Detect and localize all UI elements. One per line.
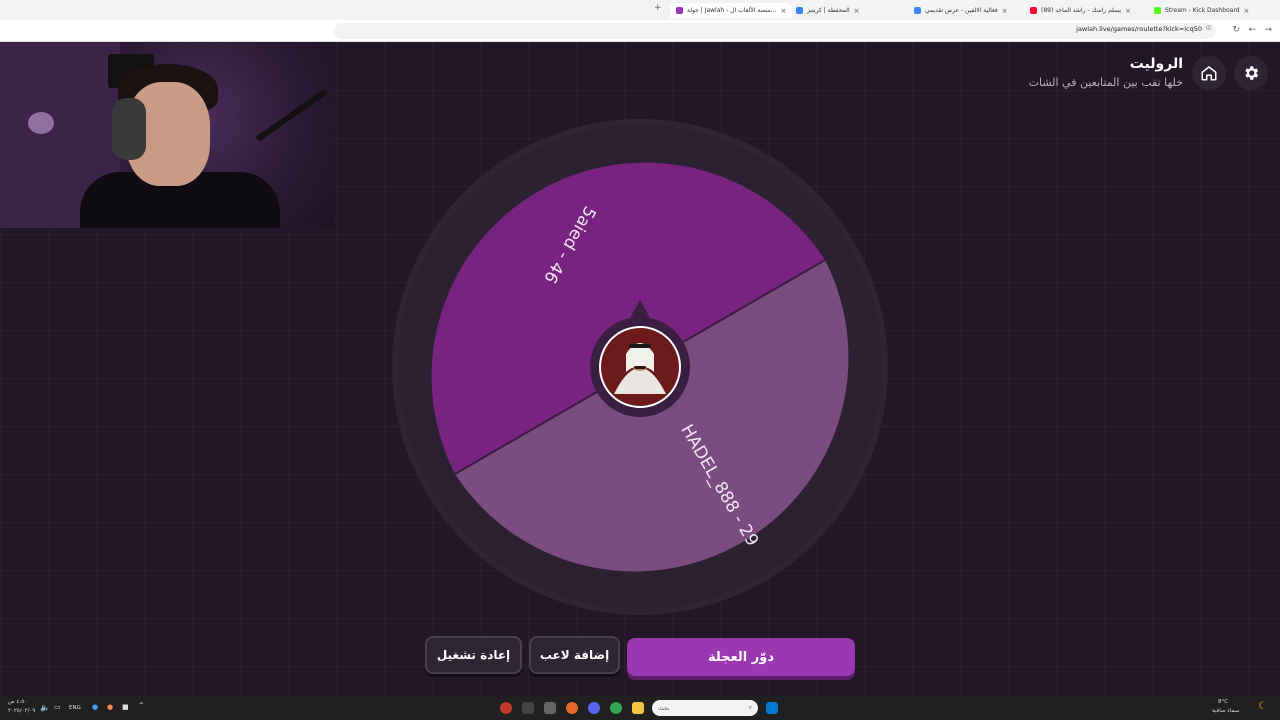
kick-icon	[1154, 7, 1161, 14]
weather-moon-icon[interactable]: ☾	[1258, 701, 1267, 712]
slides-icon	[914, 7, 921, 14]
tab-label: فعالية الالفين - عرض تقديمي	[925, 7, 998, 14]
tab-label: المحفظة | كريتيز	[807, 7, 850, 14]
spin-wheel-button[interactable]: دوّر العجلة	[627, 638, 855, 676]
discord-tray-icon[interactable]: ■	[122, 703, 129, 711]
microphone-arm	[255, 88, 329, 142]
clock-time[interactable]: ٤:٥٠ ص	[8, 699, 27, 705]
close-tab-icon[interactable]: ×	[1244, 7, 1250, 15]
tab-label: جولة | Jawlah - منصة الألعاب ال...	[687, 7, 777, 14]
app-tray-icon[interactable]: ●	[107, 703, 113, 711]
windows-taskbar: ٤:٥٠ ص ٢٠٢٥/٠٢/٠٩ 🔈 ▭ ENG ● ● ■ ⌃ بحث ⌕ …	[0, 696, 1280, 720]
obs-icon[interactable]	[500, 702, 512, 714]
network-icon[interactable]: ▭	[54, 703, 61, 711]
chrome-icon[interactable]	[610, 702, 622, 714]
close-tab-icon[interactable]: ×	[854, 7, 860, 15]
chevron-up-icon[interactable]: ⌃	[138, 701, 145, 710]
search-placeholder: بحث	[658, 704, 670, 712]
browser-tab-wallet[interactable]: المحفظة | كريتيز ×	[790, 3, 866, 18]
discord-icon[interactable]	[588, 702, 600, 714]
browser-tab-youtube[interactable]: (89) يسلم راسك - راشد الماجد ×	[1024, 3, 1137, 18]
jawlah-icon	[676, 7, 683, 14]
browser-tab-slides[interactable]: فعالية الالفين - عرض تقديمي ×	[908, 3, 1014, 18]
address-bar: jawlah.live/games/roulette?kick=icq50 ↻ …	[0, 20, 1280, 42]
firefox-icon[interactable]	[566, 702, 578, 714]
weather-temp[interactable]: 8°C	[1218, 699, 1228, 705]
x-app-icon[interactable]	[522, 702, 534, 714]
site-info-icon[interactable]: ⌾	[1206, 24, 1211, 34]
windows-start-icon[interactable]	[766, 702, 778, 714]
tab-label: Stream - Kick Dashboard	[1165, 7, 1240, 14]
browser-tab-kick[interactable]: Stream - Kick Dashboard ×	[1148, 3, 1255, 18]
browser-tab-jawlah[interactable]: جولة | Jawlah - منصة الألعاب ال... ×	[670, 3, 793, 18]
avatar	[599, 326, 681, 408]
close-tab-icon[interactable]: ×	[1002, 7, 1008, 15]
back-icon[interactable]: ←	[1248, 25, 1256, 35]
calculator-icon[interactable]	[544, 702, 556, 714]
weather-desc[interactable]: سماء صافية	[1212, 708, 1239, 714]
url-text[interactable]: jawlah.live/games/roulette?kick=icq50	[1076, 25, 1202, 33]
headset-icon	[112, 98, 146, 160]
search-icon: ⌕	[748, 704, 752, 711]
webcam-overlay	[0, 42, 334, 228]
browser-tab-bar: Stream - Kick Dashboard × (89) يسلم راسك…	[0, 0, 1280, 20]
language-indicator[interactable]: ENG	[69, 705, 81, 711]
file-explorer-icon[interactable]	[632, 702, 644, 714]
restart-button[interactable]: إعادة تشغيل	[425, 636, 522, 674]
roulette-page: الروليت خلها تقب بين المتابعين في الشات …	[0, 42, 1280, 696]
forward-icon[interactable]: →	[1264, 25, 1272, 35]
tab-label: (89) يسلم راسك - راشد الماجد	[1041, 7, 1122, 14]
wallet-icon	[796, 7, 803, 14]
mic-tray-icon[interactable]: ●	[92, 703, 98, 711]
lamp-light	[28, 112, 54, 134]
new-tab-icon[interactable]: +	[654, 3, 662, 13]
clock-date[interactable]: ٢٠٢٥/٠٢/٠٩	[8, 708, 35, 714]
taskbar-search[interactable]: بحث ⌕	[652, 700, 758, 716]
add-player-button[interactable]: إضافة لاعب	[529, 636, 620, 674]
youtube-icon	[1030, 7, 1037, 14]
reload-icon[interactable]: ↻	[1232, 25, 1240, 35]
close-tab-icon[interactable]: ×	[1125, 7, 1131, 15]
close-tab-icon[interactable]: ×	[781, 7, 787, 15]
volume-icon[interactable]: 🔈	[40, 703, 50, 712]
